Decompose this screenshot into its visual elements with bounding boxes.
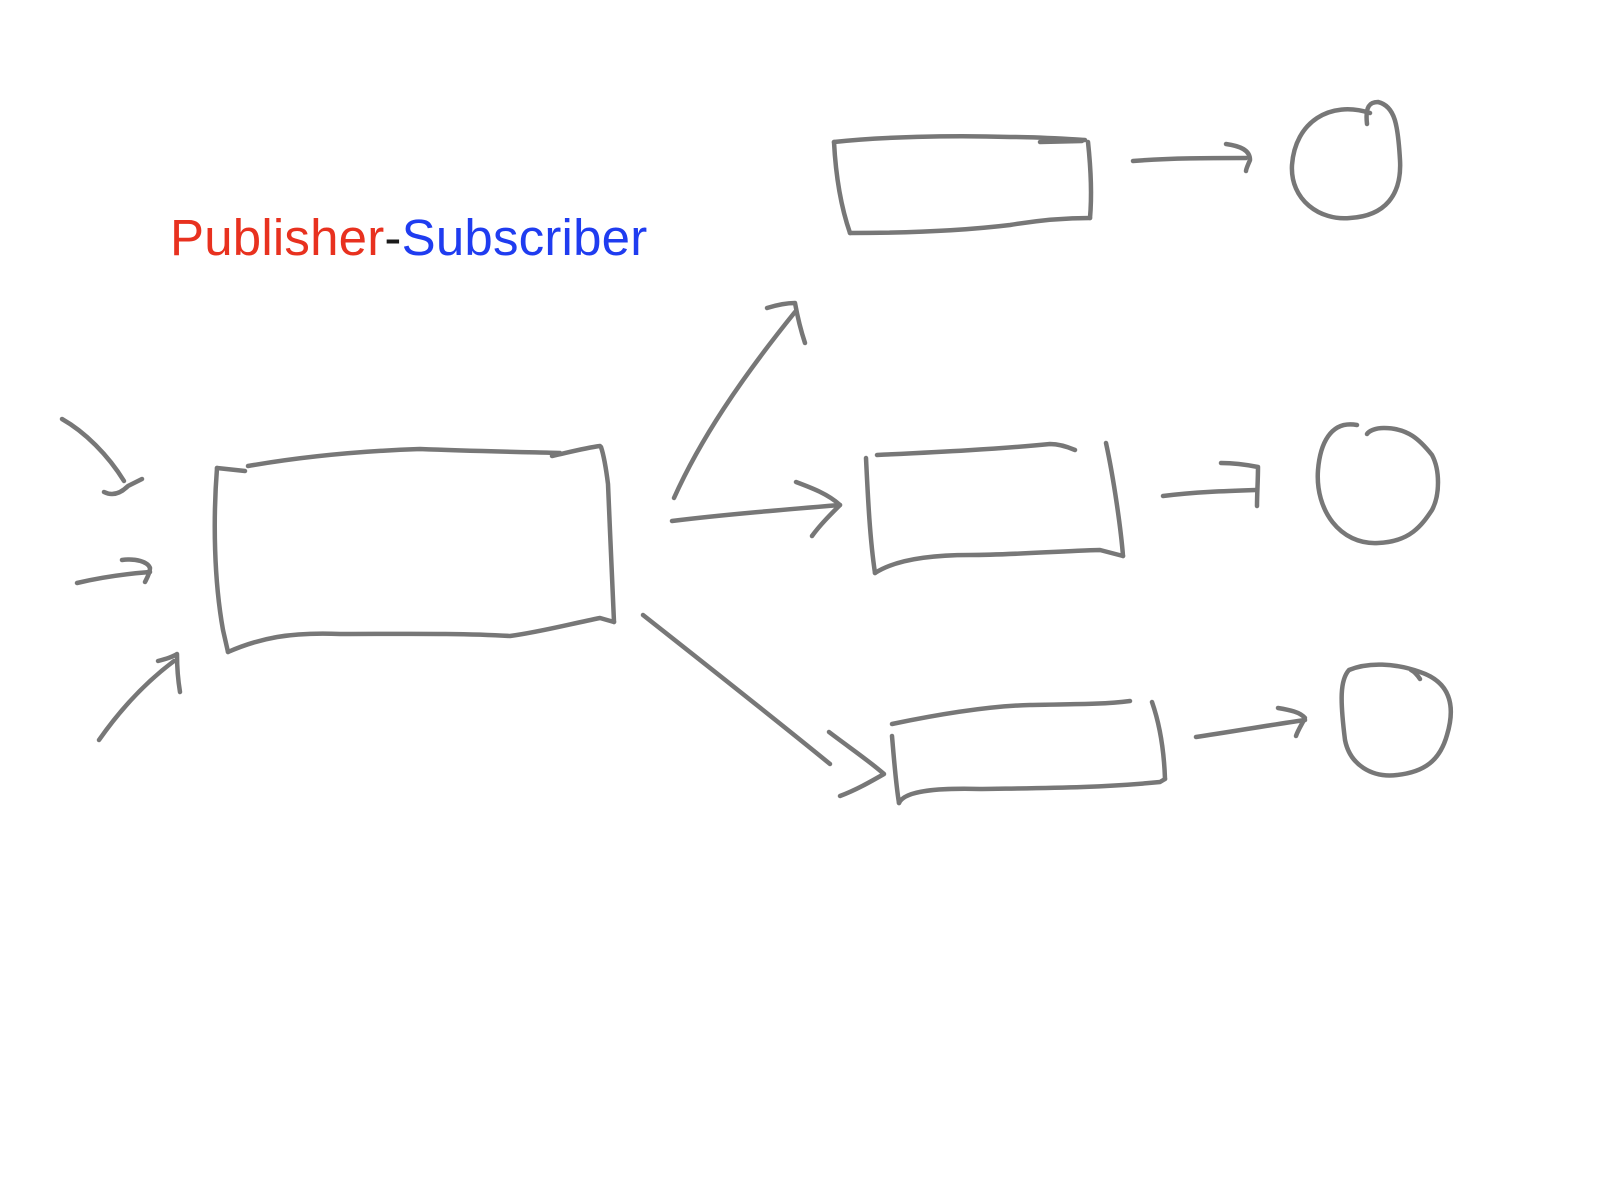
incoming-arrow-top — [59, 416, 145, 497]
consumer-arrow-2 — [1160, 460, 1261, 509]
incoming-arrow-bottom — [96, 651, 183, 743]
fanout-arrow-top — [671, 300, 808, 501]
queue-box-1 — [831, 133, 1094, 236]
consumer-arrow-1 — [1130, 141, 1253, 174]
queue-box-3 — [889, 698, 1168, 806]
fanout-arrow-bottom — [640, 612, 887, 799]
subscriber-circle-2 — [1315, 422, 1441, 546]
incoming-arrow-middle — [74, 557, 153, 586]
fanout-arrow-middle — [669, 479, 843, 539]
queue-box-2 — [863, 440, 1126, 576]
subscriber-circle-1 — [1289, 99, 1403, 221]
sketch-canvas — [59, 99, 1454, 806]
broker-box — [212, 443, 617, 655]
consumer-arrow-3 — [1193, 705, 1308, 740]
subscriber-circle-3 — [1339, 662, 1454, 778]
